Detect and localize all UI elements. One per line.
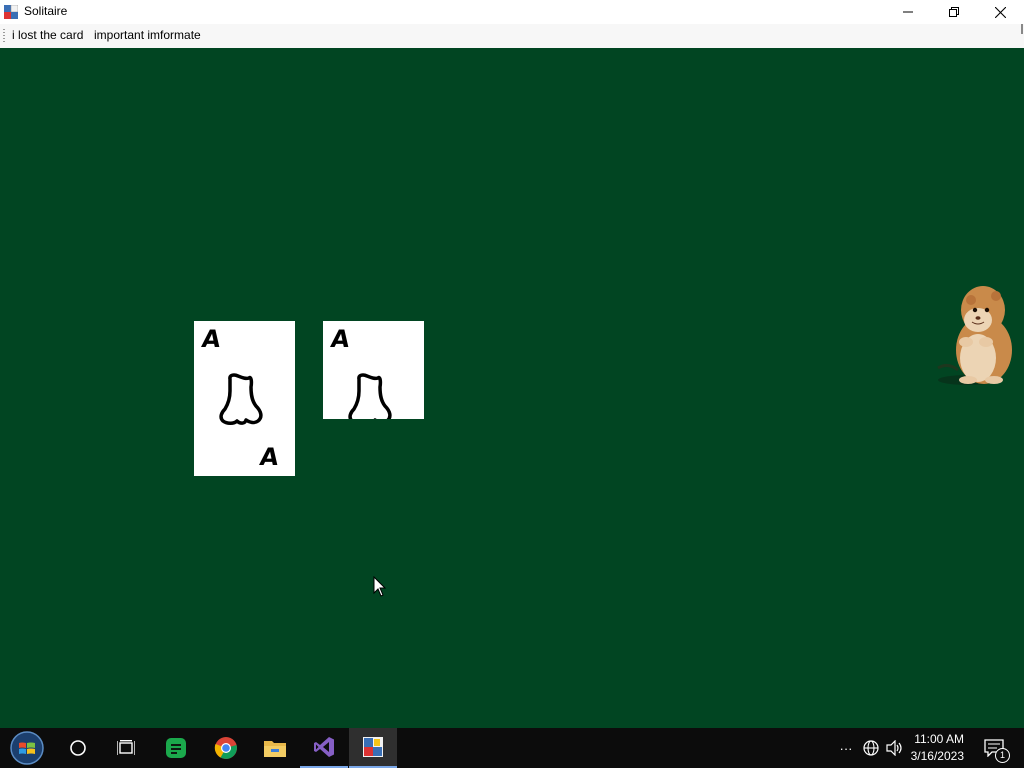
clock-time[interactable]: 11:00 AM (894, 732, 964, 746)
solitaire-app-icon (4, 5, 18, 19)
minimize-button[interactable] (885, 0, 931, 24)
close-icon (994, 6, 1006, 18)
close-button[interactable] (977, 0, 1023, 24)
notification-count-badge: 1 (995, 748, 1010, 763)
card-ace-2[interactable]: A (323, 321, 424, 419)
window-title: Solitaire (24, 4, 68, 18)
visual-studio-button[interactable] (300, 728, 348, 768)
network-button[interactable] (861, 738, 881, 758)
mouse-cursor-icon (373, 576, 387, 597)
globe-icon (863, 740, 879, 756)
file-explorer-icon (264, 741, 286, 757)
messages-app-button[interactable] (152, 728, 200, 768)
menu-grip (3, 29, 5, 43)
solitaire-taskbar-button[interactable] (349, 728, 397, 768)
task-view-icon (117, 740, 135, 755)
card-rank-bottom: A (258, 443, 281, 471)
task-view-button[interactable] (102, 728, 150, 768)
restore-icon (949, 7, 959, 17)
boot-suit-icon (219, 373, 263, 425)
visual-studio-icon (314, 737, 334, 757)
boot-suit-icon (348, 373, 392, 419)
solitaire-app-icon (363, 737, 383, 757)
search-button[interactable] (54, 728, 102, 768)
tray-overflow-button[interactable]: ··· (836, 738, 856, 758)
menu-item-important-info[interactable]: important imformate (91, 28, 204, 42)
restore-button[interactable] (931, 0, 977, 24)
windows-logo-icon (10, 731, 44, 765)
file-explorer-button[interactable] (251, 728, 299, 768)
title-bar: Solitaire (0, 0, 1024, 24)
menu-item-lost-card[interactable]: i lost the card (9, 28, 86, 42)
messages-app-icon (166, 738, 186, 758)
chrome-button[interactable] (202, 728, 250, 768)
resize-grip (1021, 24, 1023, 34)
taskbar: ··· 11:00 AM 3/16/2023 1 (0, 728, 1024, 768)
card-ace-1[interactable]: A A (194, 321, 295, 476)
search-icon (70, 740, 86, 756)
game-table[interactable]: A A A (0, 48, 1024, 728)
menu-bar: i lost the card important imformate (0, 24, 1024, 49)
clock-date[interactable]: 3/16/2023 (894, 749, 964, 763)
minimize-icon (903, 11, 913, 13)
chrome-icon (214, 737, 237, 759)
hamster-image (937, 286, 1012, 385)
start-button[interactable] (3, 728, 51, 768)
